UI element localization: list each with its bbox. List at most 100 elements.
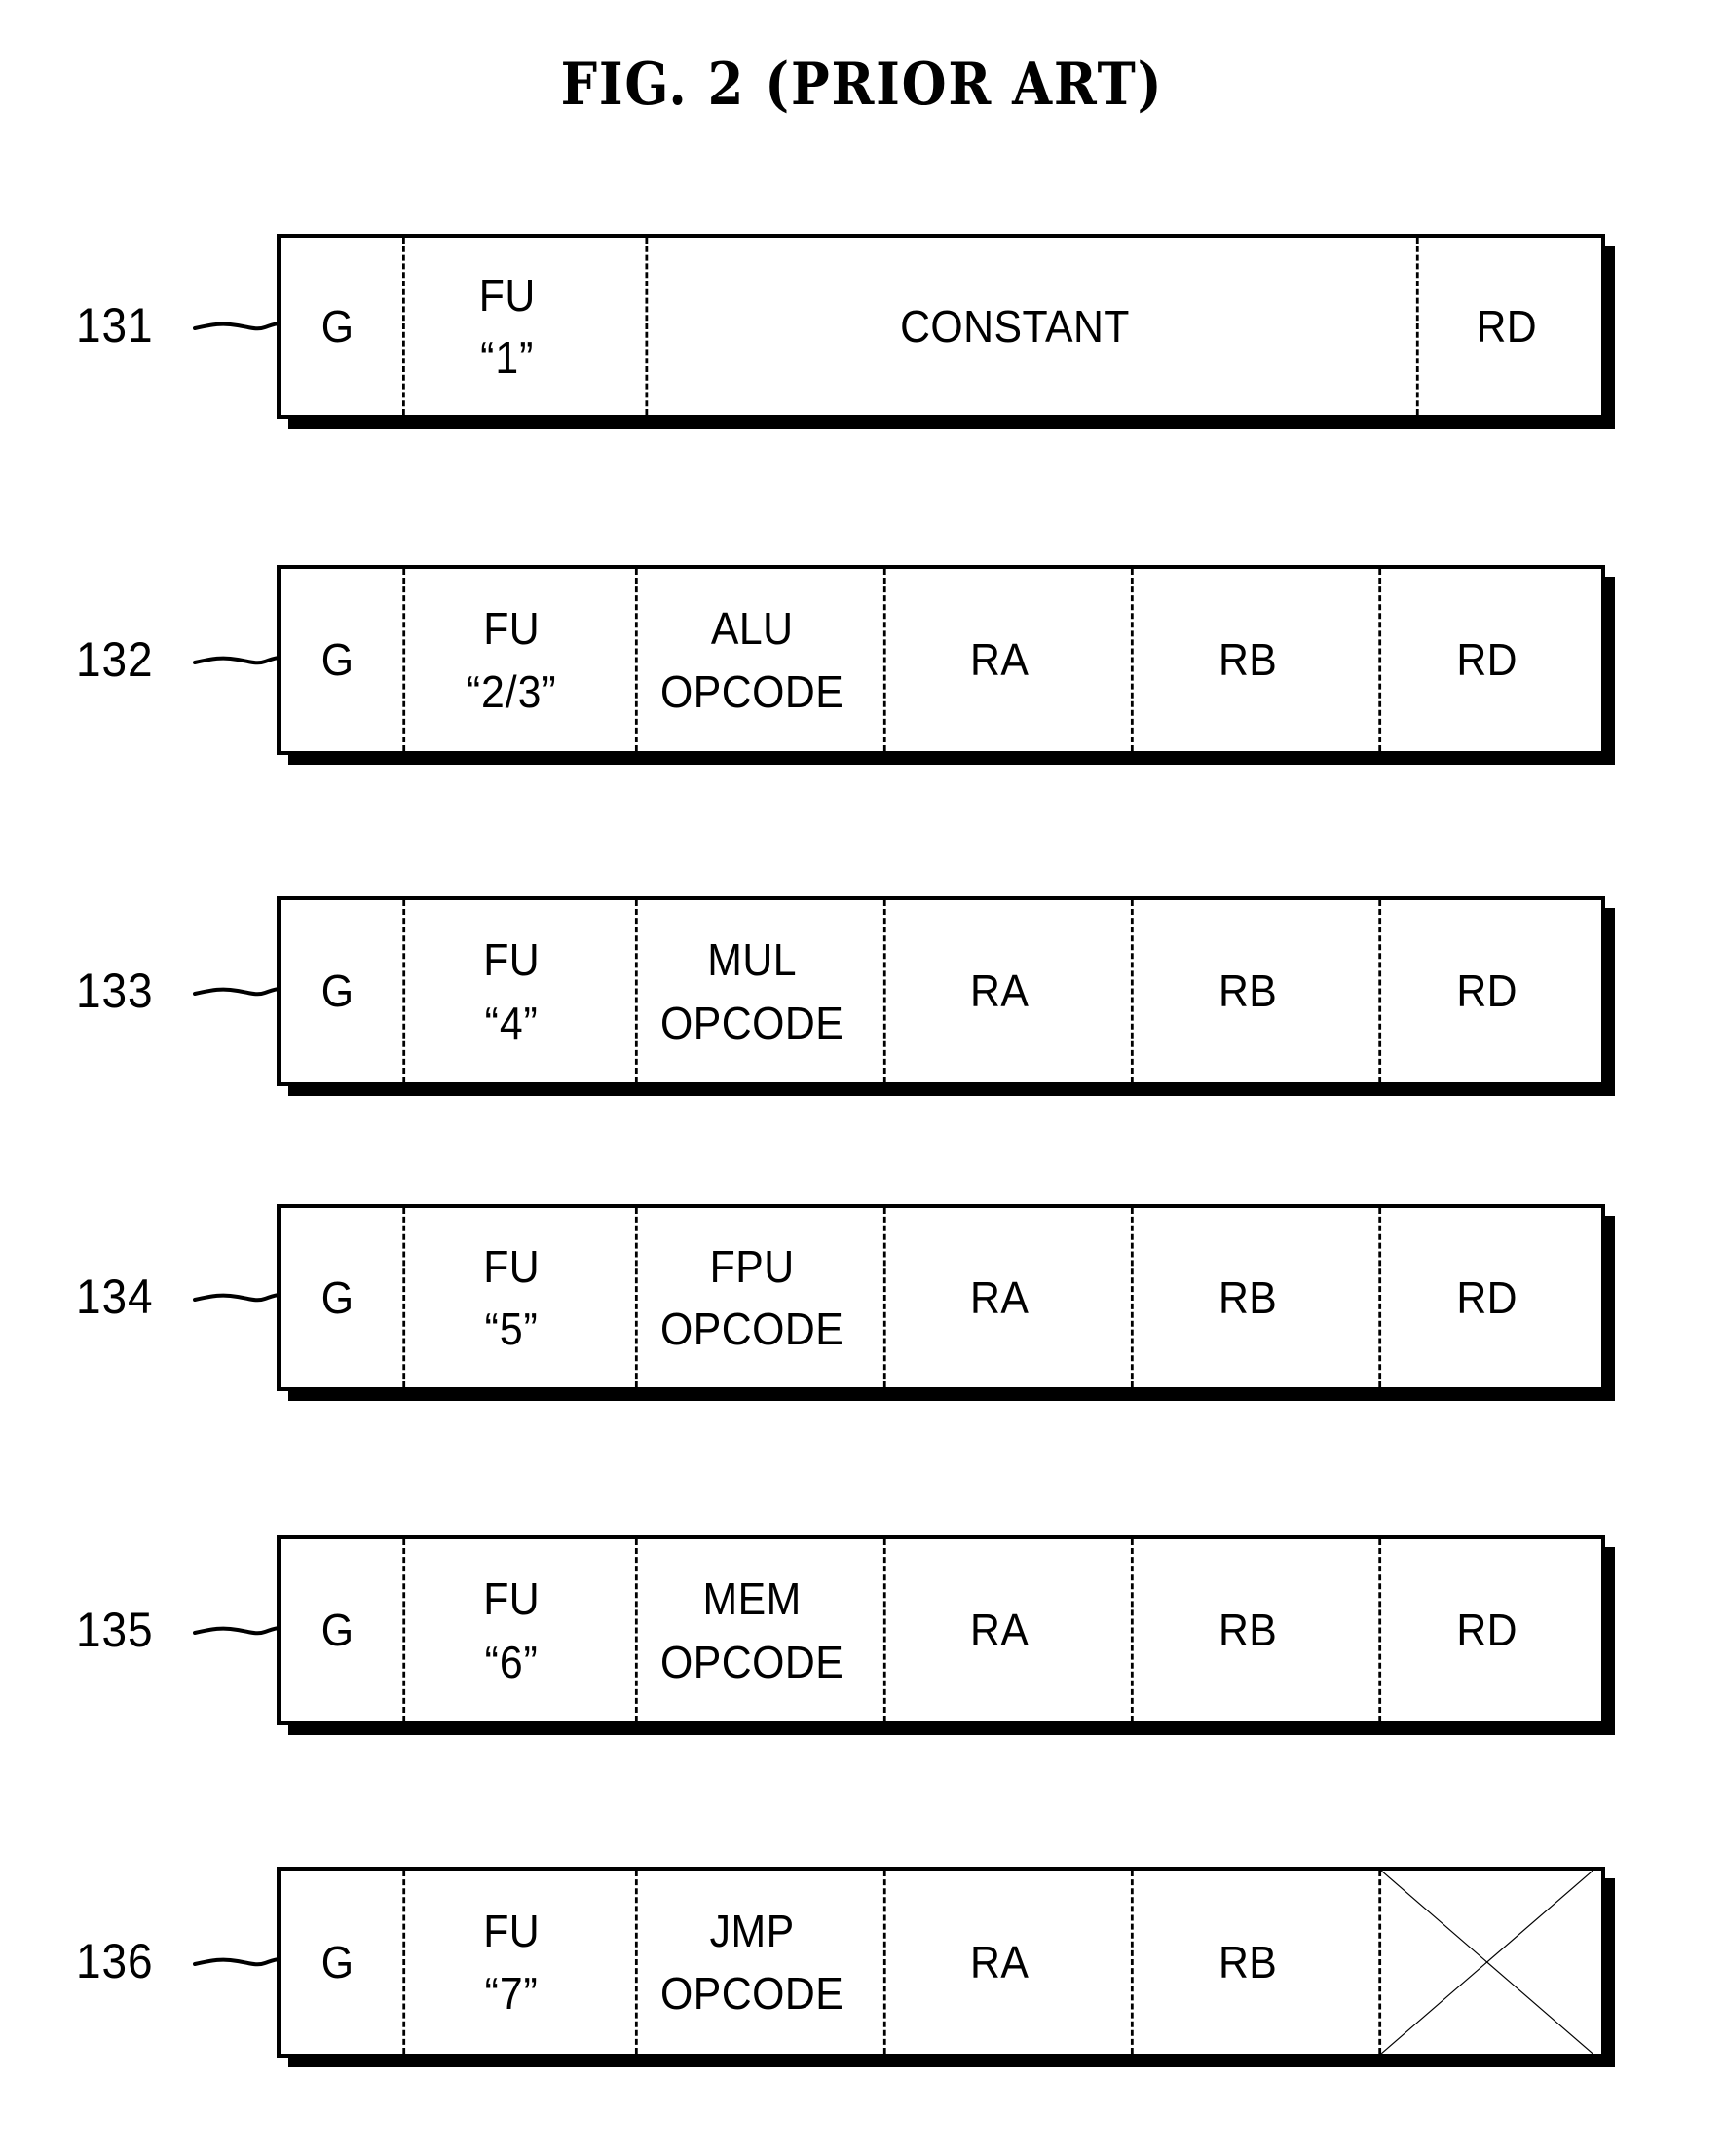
instruction-field: ALU OPCODE [634,569,867,751]
instruction-word-row: 133 G FU “4” MUL OPCODE RA RB RD [0,896,1724,1086]
field-label: ALU [710,603,794,655]
instruction-field: RA [883,1871,1113,2054]
instruction-field: FU “2/3” [402,569,618,751]
reference-numeral: 131 [76,298,154,353]
instruction-field: JMP OPCODE [634,1871,867,2054]
instruction-field: RD [1378,900,1593,1082]
field-label: RA [970,1271,1030,1323]
instruction-field: RD [1416,238,1594,415]
field-list: G FU “4” MUL OPCODE RA RB RD [281,900,1601,1082]
field-label: RB [1218,1936,1278,1987]
instruction-word-box: G FU “2/3” ALU OPCODE RA RB RD [277,565,1605,755]
cross-out-icon [1381,1871,1593,2054]
leader-line [193,1618,282,1644]
instruction-field: G [284,1539,391,1721]
instruction-field: G [284,1208,391,1387]
instruction-word-row: 131 G FU “1” CONSTANT RD [0,234,1724,419]
field-value: “7” [484,1968,540,2019]
instruction-field: MUL OPCODE [634,900,867,1082]
instruction-word-box: G FU “6” MEM OPCODE RA RB RD [277,1535,1605,1725]
field-list: G FU “5” FPU OPCODE RA RB RD [281,1208,1601,1387]
field-list: G FU “6” MEM OPCODE RA RB RD [281,1539,1601,1721]
leader-line [193,1949,282,1975]
field-label: MUL [707,934,797,986]
field-value: OPCODE [659,1304,844,1354]
field-label: FU [483,1240,541,1292]
instruction-word-box: G FU “5” FPU OPCODE RA RB RD [277,1204,1605,1391]
field-label: G [320,1605,355,1656]
reference-numeral: 136 [76,1934,154,1988]
field-label: MEM [702,1573,802,1625]
instruction-field: G [284,1871,391,2054]
field-label: G [320,300,355,352]
field-list: G FU “7” JMP OPCODE RA RB [281,1871,1601,2054]
instruction-field: RA [883,569,1113,751]
field-label: FPU [709,1240,795,1292]
field-label: G [320,634,355,686]
reference-numeral: 135 [76,1602,154,1657]
instruction-field: RB [1130,1208,1363,1387]
instruction-field: RA [883,900,1113,1082]
field-value: “4” [484,997,540,1048]
field-label: RB [1218,965,1278,1017]
field-label: RA [970,965,1030,1017]
instruction-word-row: 132 G FU “2/3” ALU OPCODE RA RB RD [0,565,1724,755]
instruction-field: FU “7” [402,1871,618,2054]
field-label: RD [1456,965,1518,1017]
field-label: FU [483,1573,541,1625]
field-label: FU [483,934,541,986]
field-value: OPCODE [659,665,844,717]
field-label: CONSTANT [900,300,1130,352]
instruction-field: FU “5” [402,1208,618,1387]
instruction-field: G [284,569,391,751]
field-value: “5” [484,1304,540,1354]
instruction-field: G [284,900,391,1082]
field-label: RD [1456,1605,1518,1656]
instruction-field: RD [1378,1539,1593,1721]
instruction-field: FU “4” [402,900,618,1082]
instruction-word-row: 134 G FU “5” FPU OPCODE RA RB RD [0,1204,1724,1391]
field-label: RD [1476,300,1538,352]
field-value: OPCODE [659,997,844,1048]
instruction-field: RB [1130,1539,1363,1721]
reference-numeral: 133 [76,963,154,1018]
field-label: FU [479,269,536,321]
field-label: RD [1456,1271,1518,1323]
field-list: G FU “2/3” ALU OPCODE RA RB RD [281,569,1601,751]
instruction-field: MEM OPCODE [634,1539,867,1721]
field-list: G FU “1” CONSTANT RD [281,238,1601,415]
field-label: RB [1218,1605,1278,1656]
instruction-field: G [284,238,391,415]
field-label: FU [483,603,541,655]
field-value: “2/3” [467,665,557,717]
instruction-field: RB [1130,900,1363,1082]
instruction-field: RA [883,1208,1113,1387]
field-label: RD [1456,634,1518,686]
field-label: G [320,965,355,1017]
instruction-word-row: 135 G FU “6” MEM OPCODE RA RB RD [0,1535,1724,1725]
instruction-field: RA [883,1539,1113,1721]
reference-numeral: 132 [76,631,154,687]
field-label: G [320,1271,355,1323]
unused-field [1378,1871,1593,2054]
field-value: “1” [480,332,535,383]
instruction-field: FPU OPCODE [634,1208,867,1387]
instruction-word-box: G FU “1” CONSTANT RD [277,234,1605,419]
leader-line [193,979,282,1004]
instruction-field: FU “6” [402,1539,618,1721]
instruction-field: CONSTANT [645,238,1381,415]
field-label: RA [970,634,1030,686]
instruction-word-box: G FU “4” MUL OPCODE RA RB RD [277,896,1605,1086]
instruction-field: RD [1378,1208,1593,1387]
field-value: OPCODE [659,1968,844,2019]
field-label: JMP [709,1905,795,1956]
instruction-field: RD [1378,569,1593,751]
leader-line [193,1285,282,1310]
instruction-field: RB [1130,569,1363,751]
field-label: FU [483,1905,541,1956]
field-label: RB [1218,1271,1278,1323]
leader-line [193,314,282,339]
reference-numeral: 134 [76,1269,154,1324]
instruction-field: FU “1” [402,238,610,415]
field-label: G [320,1936,355,1987]
